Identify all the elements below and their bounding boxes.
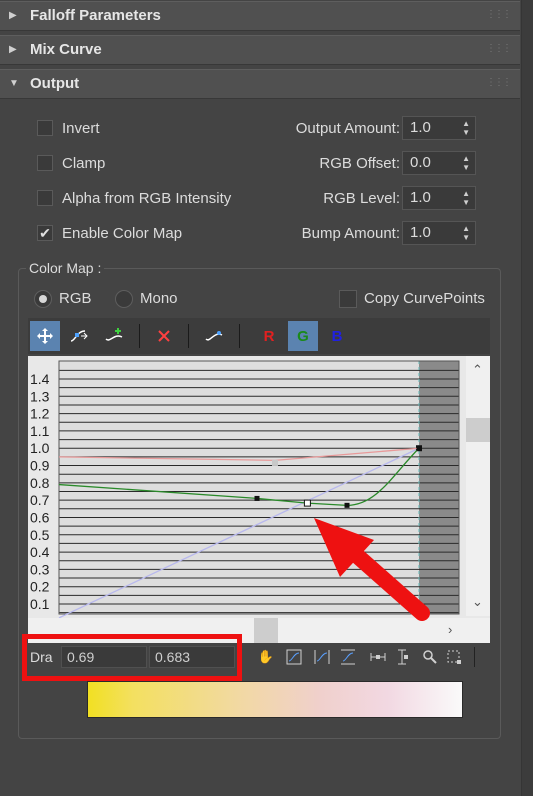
clamp-checkbox[interactable] <box>37 155 53 171</box>
zoom-horizontal-icon[interactable] <box>368 647 388 667</box>
collapse-arrow-icon: ▼ <box>9 78 19 89</box>
y-tick-label: 0.3 <box>30 561 50 577</box>
y-tick-label: 0.7 <box>30 492 50 508</box>
copy-curvepoints-label: Copy CurvePoints <box>364 290 485 307</box>
scroll-right-icon[interactable]: › <box>448 622 452 637</box>
move-icon[interactable] <box>30 321 60 351</box>
color-map-group-label: Color Map : <box>26 260 105 276</box>
zoom-icon[interactable] <box>420 647 440 667</box>
clamp-label: Clamp <box>62 155 106 172</box>
curve-graph-area[interactable]: 1.4 1.3 1.2 1.1 1.0 0.9 0.8 0.7 0.6 0.5 0.4 0.3 0.2 0… <box>28 356 490 643</box>
curve-point[interactable] <box>344 502 350 508</box>
scrollbar-thumb[interactable] <box>254 618 278 643</box>
zoom-vertical-icon[interactable] <box>392 647 412 667</box>
green-channel-button[interactable]: G <box>288 321 318 351</box>
alpha-from-rgb-checkbox[interactable] <box>37 190 53 206</box>
invert-label: Invert <box>62 120 100 137</box>
y-tick-label: 1.4 <box>30 371 50 387</box>
grip-icon: ⋮⋮⋮ <box>486 9 512 20</box>
y-tick-label: 1.1 <box>30 423 50 439</box>
y-tick-label: 0.8 <box>30 475 50 491</box>
mono-radio[interactable] <box>115 290 133 308</box>
mono-radio-label: Mono <box>140 290 178 307</box>
rollout-title: Falloff Parameters <box>30 7 161 24</box>
spinner-arrows-icon[interactable]: ▲ ▼ <box>462 119 470 137</box>
bump-amount-spinner[interactable]: 1.0 ▲ ▼ <box>402 221 476 245</box>
rollout-title: Mix Curve <box>30 41 102 58</box>
insert-point-icon[interactable] <box>100 321 130 351</box>
enable-color-map-checkbox[interactable]: ✔ <box>37 225 53 241</box>
invert-checkbox[interactable] <box>37 120 53 136</box>
panel-scrollbar[interactable] <box>521 0 533 796</box>
selected-curve-point[interactable] <box>303 499 311 507</box>
grip-icon: ⋮⋮⋮ <box>486 77 512 88</box>
rollout-output[interactable]: ▼ Output ⋮⋮⋮ <box>0 69 520 99</box>
rgb-offset-value[interactable]: 0.0 <box>410 154 431 171</box>
delete-point-icon[interactable] <box>149 321 179 351</box>
zoom-extents-icon[interactable] <box>284 647 304 667</box>
zoom-horizontal-extents-icon[interactable] <box>312 647 332 667</box>
curve-point[interactable] <box>272 459 278 466</box>
curve-toolbar: R G B <box>28 318 490 354</box>
spinner-arrows-icon[interactable]: ▲ ▼ <box>462 189 470 207</box>
y-tick-label: 0.6 <box>30 509 50 525</box>
bump-amount-label: Bump Amount: <box>301 225 400 242</box>
y-tick-label: 0.1 <box>30 596 50 612</box>
output-amount-value[interactable]: 1.0 <box>410 119 431 136</box>
red-channel-button[interactable]: R <box>254 321 284 351</box>
y-tick-label: 1.0 <box>30 440 50 456</box>
reset-curve-icon[interactable] <box>199 321 229 351</box>
output-amount-spinner[interactable]: 1.0 ▲ ▼ <box>402 116 476 140</box>
enable-color-map-label: Enable Color Map <box>62 225 183 242</box>
color-map-gradient-preview <box>87 681 463 718</box>
expand-arrow-icon: ▶ <box>9 10 17 21</box>
curve-point[interactable] <box>416 445 422 451</box>
output-amount-label: Output Amount: <box>295 120 400 137</box>
grip-icon: ⋮⋮⋮ <box>486 43 512 54</box>
y-tick-label: 0.5 <box>30 527 50 543</box>
checkmark-icon: ✔ <box>39 225 51 241</box>
annotation-highlight-box <box>22 634 242 681</box>
y-tick-label: 0.2 <box>30 579 50 595</box>
scroll-up-icon[interactable]: ⌃ <box>472 362 483 378</box>
scrollbar-corner <box>466 618 490 643</box>
rollout-title: Output <box>30 75 80 92</box>
alpha-from-rgb-label: Alpha from RGB Intensity <box>62 190 232 207</box>
y-tick-label: 0.4 <box>30 544 50 560</box>
pan-icon[interactable]: ✋ <box>256 647 276 667</box>
graph-vertical-scrollbar[interactable]: ⌃ ⌄ <box>466 356 490 616</box>
rollout-mix-curve[interactable]: ▶ Mix Curve ⋮⋮⋮ <box>0 35 520 65</box>
rgb-level-label: RGB Level: <box>323 190 400 207</box>
rgb-offset-spinner[interactable]: 0.0 ▲ ▼ <box>402 151 476 175</box>
zoom-vertical-extents-icon[interactable] <box>338 647 358 667</box>
rgb-offset-label: RGB Offset: <box>319 155 400 172</box>
rgb-radio-label: RGB <box>59 290 92 307</box>
rgb-radio[interactable] <box>34 290 52 308</box>
zoom-region-icon[interactable] <box>444 647 464 667</box>
rgb-level-spinner[interactable]: 1.0 ▲ ▼ <box>402 186 476 210</box>
y-tick-label: 0.9 <box>30 458 50 474</box>
bump-amount-value[interactable]: 1.0 <box>410 224 431 241</box>
spinner-arrows-icon[interactable]: ▲ ▼ <box>462 224 470 242</box>
spinner-arrows-icon[interactable]: ▲ ▼ <box>462 154 470 172</box>
y-tick-label: 1.2 <box>30 406 50 422</box>
rollout-falloff-parameters[interactable]: ▶ Falloff Parameters ⋮⋮⋮ <box>0 1 520 31</box>
expand-arrow-icon: ▶ <box>9 44 17 55</box>
rgb-level-value[interactable]: 1.0 <box>410 189 431 206</box>
scrollbar-thumb[interactable] <box>466 418 490 442</box>
curve-point[interactable] <box>254 495 260 501</box>
y-tick-label: 1.3 <box>30 388 50 404</box>
copy-curvepoints-checkbox[interactable] <box>339 290 357 308</box>
scale-point-icon[interactable] <box>64 321 94 351</box>
scroll-down-icon[interactable]: ⌄ <box>472 594 483 610</box>
blue-channel-button[interactable]: B <box>322 321 352 351</box>
